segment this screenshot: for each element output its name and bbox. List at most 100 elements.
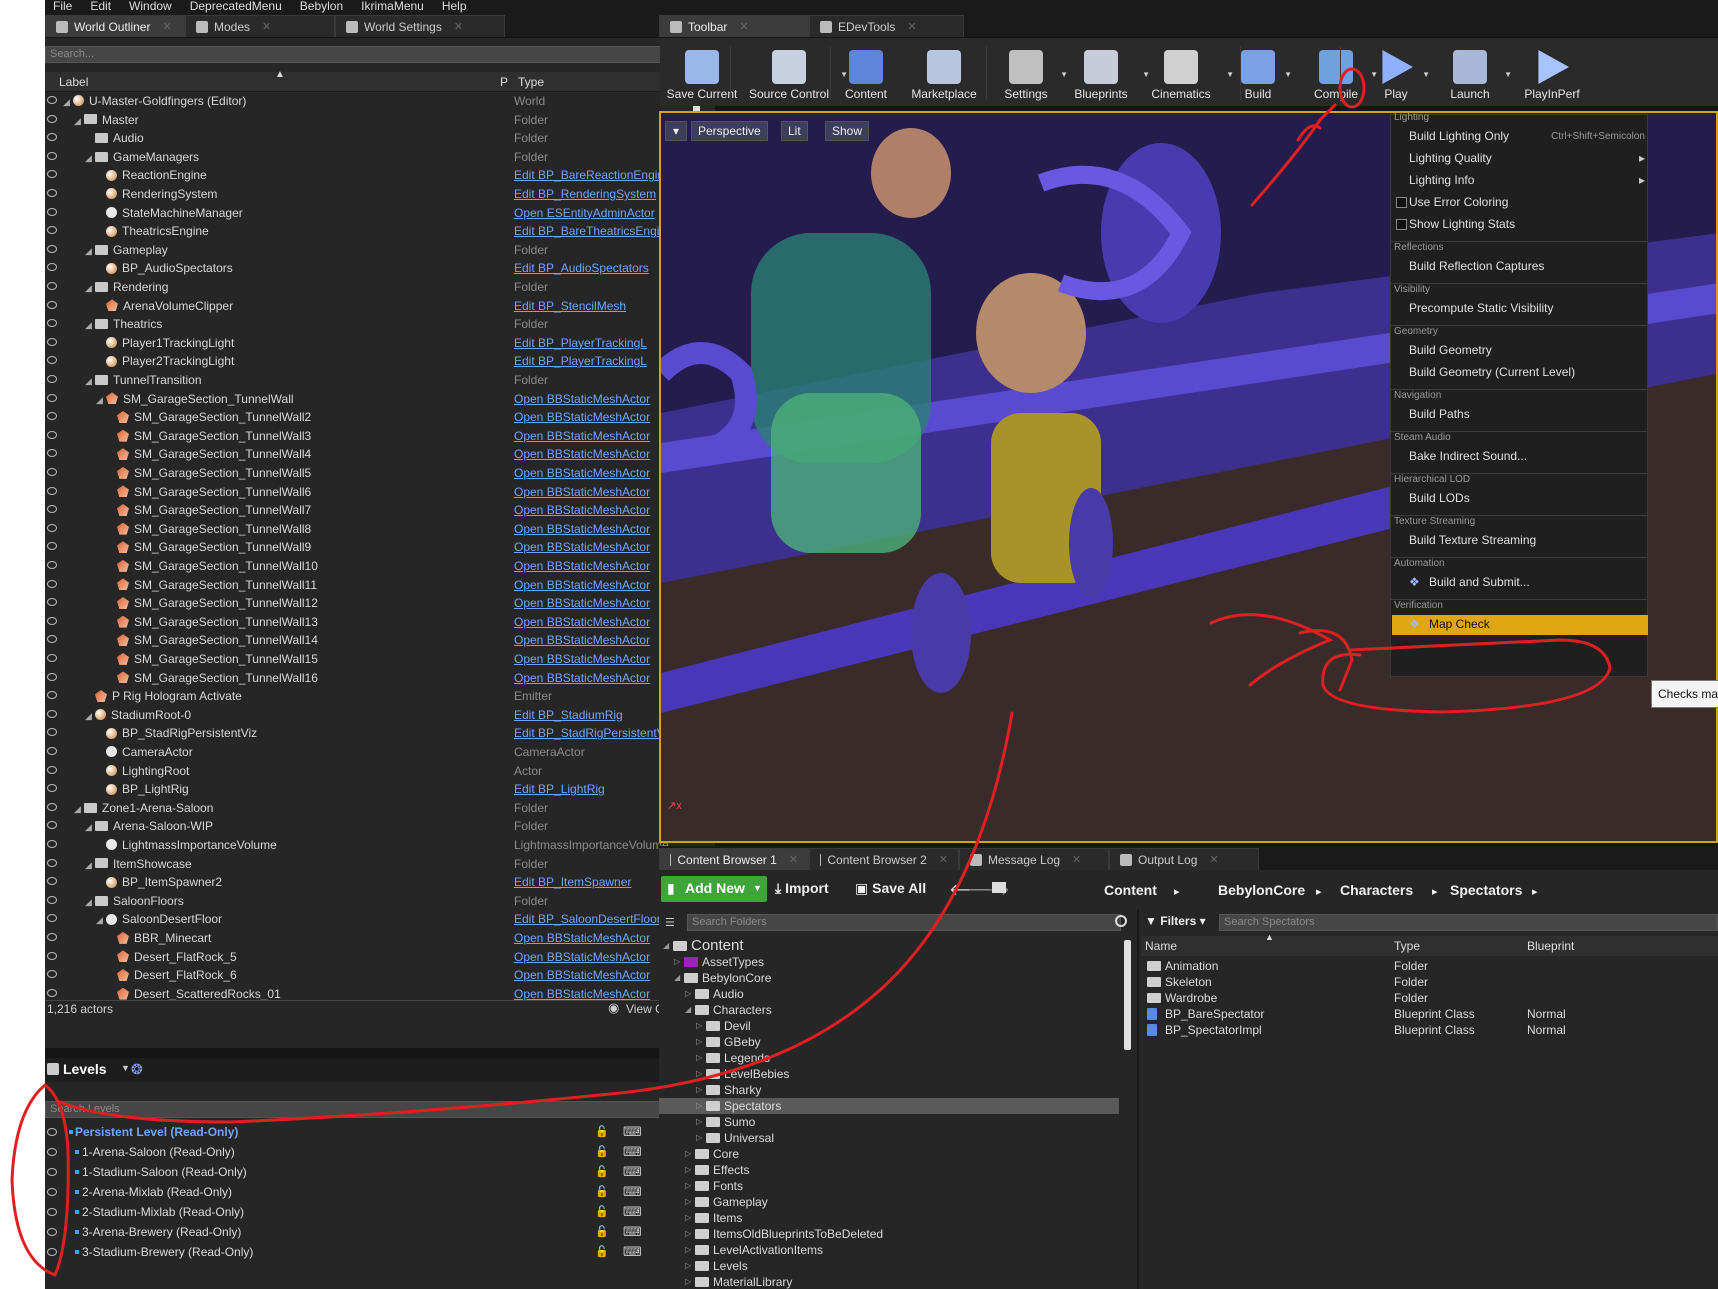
expand-arrow-icon[interactable]: ▷ (696, 1098, 702, 1114)
folder-tree-item[interactable]: ▷ Legends (659, 1050, 1119, 1066)
breadcrumb-separator-icon[interactable]: ▸ (1532, 885, 1538, 898)
level-row[interactable]: 2-Arena-Mixlab (Read-Only) 🔓 ⌨ (45, 1182, 715, 1202)
type-link[interactable]: Open BBStaticMeshActor (514, 650, 650, 668)
menu-item-lighting-quality[interactable]: Lighting Quality (1409, 151, 1492, 165)
col-name[interactable]: Name (1145, 939, 1177, 953)
visibility-eye-icon[interactable] (47, 449, 57, 458)
menu-item-file[interactable]: File (53, 0, 82, 14)
visibility-eye-icon[interactable] (47, 542, 57, 551)
outliner-search-input[interactable]: Search... (45, 46, 665, 63)
visibility-eye-icon[interactable] (47, 430, 57, 439)
menu-item-deprecatedmenu[interactable]: DeprecatedMenu (190, 0, 292, 14)
menu-item-ikrimamenu[interactable]: IkrimaMenu (361, 0, 434, 14)
visibility-eye-icon[interactable] (47, 802, 57, 811)
outliner-row[interactable]: SM_GarageSection_TunnelWall8 Open BBStati… (45, 520, 700, 538)
visibility-eye-icon[interactable] (47, 263, 57, 272)
expand-arrow-icon[interactable]: ◢ (74, 112, 84, 130)
folder-tree-item[interactable]: ▷ Universal (659, 1130, 1119, 1146)
outliner-row[interactable]: Desert_FlatRock_6 Open BBStaticMeshActor (45, 966, 700, 984)
expand-arrow-icon[interactable]: ◢ (685, 1002, 691, 1018)
tree-options-icon[interactable]: ☰ (665, 916, 675, 929)
gamepad-icon[interactable]: ⌨ (623, 1182, 642, 1202)
chevron-down-icon[interactable]: ▼ (121, 1063, 130, 1073)
type-link[interactable]: Edit BP_StencilMesh (514, 297, 626, 315)
outliner-row[interactable]: P Rig Hologram Activate Emitter (45, 687, 700, 705)
gamepad-icon[interactable]: ⌨ (623, 1222, 642, 1242)
expand-arrow-icon[interactable]: ▷ (674, 954, 680, 970)
type-link[interactable]: Open BBStaticMeshActor (514, 594, 650, 612)
add-new-button[interactable]: ▮ Add New ▼ (661, 876, 767, 902)
outliner-row[interactable]: StateMachineManager Open ESEntityAdminAct… (45, 204, 700, 222)
visibility-eye-icon[interactable] (47, 300, 57, 309)
folder-tree-item[interactable]: ▷ ItemsOldBlueprintsToBeDeleted (659, 1226, 1119, 1242)
close-icon[interactable]: ✕ (162, 20, 171, 33)
level-row[interactable]: 2-Stadium-Mixlab (Read-Only) 🔓 ⌨ (45, 1202, 715, 1222)
expand-arrow-icon[interactable]: ▷ (685, 1162, 691, 1178)
lock-icon[interactable]: 🔓 (595, 1122, 609, 1142)
folder-tree-item[interactable]: ▷ AssetTypes (659, 954, 1119, 970)
type-link[interactable]: Open BBStaticMeshActor (514, 445, 650, 463)
folder-tree-item[interactable]: ◢ Characters (659, 1002, 1119, 1018)
type-link[interactable]: Open BBStaticMeshActor (514, 538, 650, 556)
expand-arrow-icon[interactable]: ◢ (85, 893, 95, 911)
search-assets-input[interactable]: Search Spectators (1219, 914, 1718, 931)
menu-item-edit[interactable]: Edit (90, 0, 121, 14)
outliner-row[interactable]: ◢ Theatrics Folder (45, 315, 700, 333)
visibility-eye-icon[interactable] (47, 114, 57, 123)
type-link[interactable]: Open BBStaticMeshActor (514, 483, 650, 501)
folder-tree-item[interactable]: ▷ Spectators (659, 1098, 1119, 1114)
type-link[interactable]: Open BBStaticMeshActor (514, 501, 650, 519)
visibility-eye-icon[interactable] (47, 1208, 57, 1216)
gamepad-icon[interactable]: ⌨ (623, 1242, 642, 1262)
outliner-row[interactable]: Player1TrackingLight Edit BP_PlayerTracki… (45, 334, 700, 352)
type-link[interactable]: Edit BP_RenderingSystem (514, 185, 656, 203)
save-current-button[interactable]: Save Current (664, 50, 740, 101)
search-folders-input[interactable]: Search Folders (687, 914, 1121, 931)
visibility-eye-icon[interactable] (47, 895, 57, 904)
tab-content-browser-1[interactable]: Content Browser 1 ✕ (659, 848, 809, 870)
expand-arrow-icon[interactable]: ◢ (85, 279, 95, 297)
menu-item-lighting-info[interactable]: Lighting Info (1409, 173, 1474, 187)
tab-message-log[interactable]: Message Log ✕ (959, 848, 1109, 870)
lock-icon[interactable]: 🔓 (595, 1182, 609, 1202)
tab-world-settings[interactable]: World Settings ✕ (335, 15, 505, 37)
outliner-row[interactable]: ◢ Rendering Folder (45, 278, 700, 296)
visibility-eye-icon[interactable] (47, 244, 57, 253)
visibility-eye-icon[interactable] (47, 672, 57, 681)
type-link[interactable]: Open BBStaticMeshActor (514, 520, 650, 538)
expand-arrow-icon[interactable]: ◢ (96, 911, 106, 929)
visibility-eye-icon[interactable] (47, 393, 57, 402)
visibility-eye-icon[interactable] (47, 189, 57, 197)
menu-item-build-paths[interactable]: Build Paths (1409, 407, 1470, 421)
type-link[interactable]: Open BBStaticMeshActor (514, 948, 650, 966)
cinematics-button[interactable]: Cinematics ▼ (1142, 50, 1234, 101)
outliner-row[interactable]: ◢ ItemShowcase Folder (45, 855, 700, 873)
expand-arrow-icon[interactable]: ▷ (685, 1226, 691, 1242)
gamepad-icon[interactable]: ⌨ (623, 1162, 642, 1182)
levels-search-input[interactable]: Search Levels (45, 1101, 677, 1118)
folder-tree-item[interactable]: ◢ BebylonCore (659, 970, 1119, 986)
expand-arrow-icon[interactable]: ▷ (696, 1114, 702, 1130)
breadcrumb-bebyloncore[interactable]: BebylonCore (1218, 882, 1305, 898)
dropdown-arrow-icon[interactable]: ▼ (1226, 70, 1234, 79)
outliner-row[interactable]: SM_GarageSection_TunnelWall7 Open BBStati… (45, 501, 700, 519)
menu-item-bake-indirect-sound[interactable]: Bake Indirect Sound... (1409, 449, 1527, 463)
breadcrumb-separator-icon[interactable]: ▸ (1432, 885, 1438, 898)
outliner-row[interactable]: ◢ SaloonFloors Folder (45, 892, 700, 910)
checkbox[interactable] (1396, 219, 1407, 230)
expand-arrow-icon[interactable]: ◢ (74, 800, 84, 818)
visibility-eye-icon[interactable] (47, 133, 57, 142)
play-button[interactable]: Play ▼ (1376, 50, 1430, 101)
col-p[interactable]: P (500, 75, 508, 89)
outliner-row[interactable]: BP_LightRig Edit BP_LightRig (45, 780, 700, 798)
expand-arrow-icon[interactable]: ▷ (685, 1274, 691, 1289)
lock-icon[interactable]: 🔓 (595, 1242, 609, 1262)
expand-arrow-icon[interactable]: ▷ (696, 1050, 702, 1066)
expand-arrow-icon[interactable]: ◢ (85, 818, 95, 836)
type-link[interactable]: Open BBStaticMeshActor (514, 390, 650, 408)
blueprints-button[interactable]: Blueprints ▼ (1066, 50, 1150, 101)
visibility-eye-icon[interactable] (47, 840, 57, 848)
expand-arrow-icon[interactable]: ◢ (85, 707, 95, 725)
expand-arrow-icon[interactable]: ◢ (96, 391, 106, 409)
levels-title[interactable]: Levels (63, 1061, 107, 1077)
